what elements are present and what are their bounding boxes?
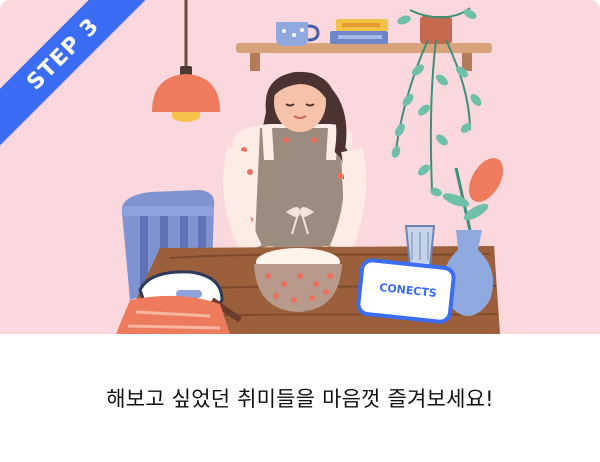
step-card: CONECTS STEP 3 해보고 싶었던 취미들을 마음껏 즐겨보세요! [0,0,600,462]
wall-shelf [236,19,492,71]
glass-icon [404,225,436,267]
caption-text: 해보고 싶었던 취미들을 마음껏 즐겨보세요! [106,387,494,411]
hanging-plant-icon [391,7,482,197]
hobby-illustration: CONECTS STEP 3 [0,0,600,334]
pendant-lamp-icon [152,0,220,122]
caption-area: 해보고 싶었던 취미들을 마음껏 즐겨보세요! [0,334,600,462]
person-baking [223,71,367,270]
